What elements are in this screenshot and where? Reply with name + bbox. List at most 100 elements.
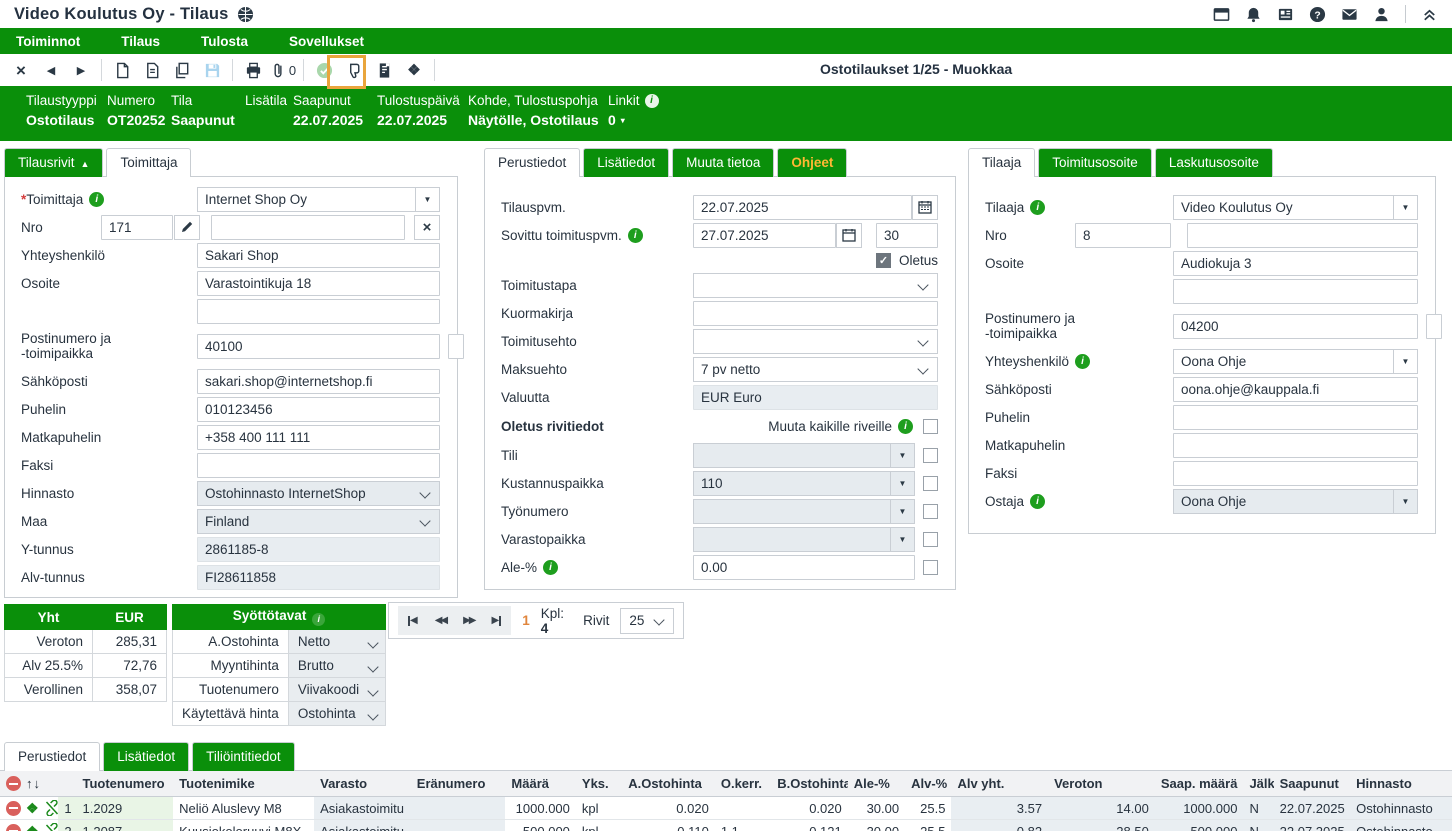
tilaaja-combobox[interactable]: Video Koulutus Oy▼ (1173, 195, 1418, 220)
tab-lisatiedot[interactable]: Lisätiedot (583, 148, 669, 177)
grid-header[interactable]: Saapunut (1274, 771, 1351, 797)
tilaaja-osoite1-input[interactable] (1173, 251, 1418, 276)
unlink-icon[interactable] (44, 800, 59, 816)
tilaaja-osoite2-input[interactable] (1173, 279, 1418, 304)
tyonumero-combobox[interactable]: ▼ (693, 499, 915, 524)
kaytettava-hinta-select[interactable]: Ostohinta (288, 702, 385, 726)
grid-header[interactable]: Varasto (314, 771, 411, 797)
dropdown-arrow-icon[interactable]: ▼ (1393, 350, 1417, 373)
attachment-icon[interactable]: 0 (268, 56, 298, 84)
print-icon[interactable] (238, 56, 268, 84)
puhelin-input[interactable] (197, 397, 440, 422)
tab-ohjeet[interactable]: Ohjeet (777, 148, 847, 177)
grid-header[interactable]: Ale-% (848, 771, 905, 797)
collapse-chevrons-icon[interactable] (1421, 6, 1438, 23)
next-record-icon[interactable]: ▶ (66, 56, 96, 84)
previous-record-icon[interactable]: ◀ (36, 56, 66, 84)
varastopaikka-combobox[interactable]: ▼ (693, 527, 915, 552)
dropdown-arrow-icon[interactable]: ▼ (890, 472, 914, 495)
tilaaja-matkapuhelin-input[interactable] (1173, 433, 1418, 458)
grid-header[interactable]: Veroton (1048, 771, 1155, 797)
dropdown-arrow-icon[interactable]: ▼ (890, 528, 914, 551)
toimittaja-combobox[interactable]: Internet Shop Oy▼ (197, 187, 440, 212)
new-document-icon[interactable] (107, 56, 137, 84)
save-icon[interactable] (197, 56, 227, 84)
maksuehto-select[interactable]: 7 pv netto (693, 357, 938, 382)
sovittu-toimituspvm-input[interactable] (693, 223, 836, 248)
hinnasto-select[interactable]: Ostohinnasto InternetShop (197, 481, 440, 506)
dropbox-row-icon[interactable]: ❖ (26, 824, 39, 831)
user-icon[interactable] (1373, 6, 1390, 23)
notifications-bell-icon[interactable] (1245, 6, 1262, 23)
close-icon[interactable]: × (6, 56, 36, 84)
grid-header[interactable]: Määrä (505, 771, 575, 797)
tab-tilaaja[interactable]: Tilaaja (968, 148, 1035, 177)
tilaaja-toimipaikka-input[interactable] (1426, 314, 1442, 339)
grid-header[interactable]: Jälk. (1243, 771, 1273, 797)
tilaaja-postinumero-input[interactable] (1173, 314, 1418, 339)
tab-rivit-perustiedot[interactable]: Perustiedot (4, 742, 100, 771)
mail-icon[interactable] (1341, 6, 1358, 23)
open-document-icon[interactable] (137, 56, 167, 84)
unlink-icon[interactable] (44, 823, 59, 831)
ostaja-combobox[interactable]: Oona Ohje▼ (1173, 489, 1418, 514)
oletus-checkbox[interactable]: ✓ (876, 253, 891, 268)
dropdown-arrow-icon[interactable]: ▼ (1393, 196, 1417, 219)
myyntihinta-select[interactable]: Brutto (288, 654, 385, 678)
varastopaikka-checkbox[interactable] (923, 532, 938, 547)
menu-sovellukset[interactable]: Sovellukset (289, 34, 385, 49)
rows-per-page-select[interactable]: 25 (620, 608, 674, 634)
grid-header[interactable]: Yks. (576, 771, 622, 797)
edit-pencil-icon[interactable] (174, 215, 200, 240)
windows-icon[interactable] (1213, 6, 1230, 23)
kustannuspaikka-combobox[interactable]: 110▼ (693, 471, 915, 496)
grid-header[interactable]: B.Ostohinta (771, 771, 848, 797)
sort-arrows-icon[interactable]: ↑↓ (26, 776, 41, 791)
postinumero-input[interactable] (197, 334, 440, 359)
tab-laskutusosoite[interactable]: Laskutusosoite (1155, 148, 1273, 177)
tilaaja-faksi-input[interactable] (1173, 461, 1418, 486)
band-linkit[interactable]: Linkiti 0▾ (608, 93, 659, 141)
grid-header[interactable]: A.Ostohinta (622, 771, 715, 797)
tilaaja-name2-input[interactable] (1187, 223, 1418, 248)
reject-thumbs-down-icon[interactable] (339, 56, 369, 84)
dropdown-arrow-icon[interactable]: ▼ (890, 500, 914, 523)
grid-header[interactable]: Eränumero (411, 771, 506, 797)
delete-row-icon[interactable] (6, 824, 21, 831)
yhteyshenkilo-input[interactable] (197, 243, 440, 268)
copy-document-icon[interactable] (167, 56, 197, 84)
tilaaja-puhelin-input[interactable] (1173, 405, 1418, 430)
toimitustapa-select[interactable] (693, 273, 938, 298)
yhteyshenkilo-combobox[interactable]: Oona Ohje▼ (1173, 349, 1418, 374)
first-page-icon[interactable]: ◀ (408, 615, 418, 626)
tyonumero-checkbox[interactable] (923, 504, 938, 519)
tab-muuta-tietoa[interactable]: Muuta tietoa (672, 148, 774, 177)
kustannuspaikka-checkbox[interactable] (923, 476, 938, 491)
kuormakirja-input[interactable] (693, 301, 938, 326)
calendar-icon[interactable] (912, 195, 938, 220)
delete-row-icon[interactable] (6, 801, 21, 816)
tilauspvm-input[interactable] (693, 195, 912, 220)
grid-header[interactable]: O.kerr. (715, 771, 771, 797)
last-page-icon[interactable]: ▶ (491, 615, 501, 626)
tab-rivit-tiliointitiedot[interactable]: Tiliöintitiedot (192, 742, 295, 771)
tuotenumero-select[interactable]: Viivakoodi (288, 678, 385, 702)
tab-toimittaja[interactable]: Toimittaja (106, 148, 191, 177)
osoite2-input[interactable] (197, 299, 440, 324)
tilaaja-nro-input[interactable] (1075, 223, 1171, 248)
matkapuhelin-input[interactable] (197, 425, 440, 450)
ale-input[interactable] (693, 555, 915, 580)
toimitusaika-days-input[interactable] (876, 223, 938, 248)
delete-all-icon[interactable] (6, 776, 21, 791)
grid-header[interactable]: Tuotenumero (77, 771, 174, 797)
sahkoposti-input[interactable] (197, 369, 440, 394)
dropbox-icon[interactable]: ❖ (399, 56, 429, 84)
menu-tilaus[interactable]: Tilaus (121, 34, 181, 49)
dropbox-row-icon[interactable]: ❖ (26, 801, 39, 815)
current-page[interactable]: 1 (522, 613, 530, 628)
dropdown-arrow-icon[interactable]: ▼ (1393, 490, 1417, 513)
tilaaja-sahkoposti-input[interactable] (1173, 377, 1418, 402)
faksi-input[interactable] (197, 453, 440, 478)
toimitusehto-select[interactable] (693, 329, 938, 354)
help-icon[interactable]: ? (1309, 6, 1326, 23)
